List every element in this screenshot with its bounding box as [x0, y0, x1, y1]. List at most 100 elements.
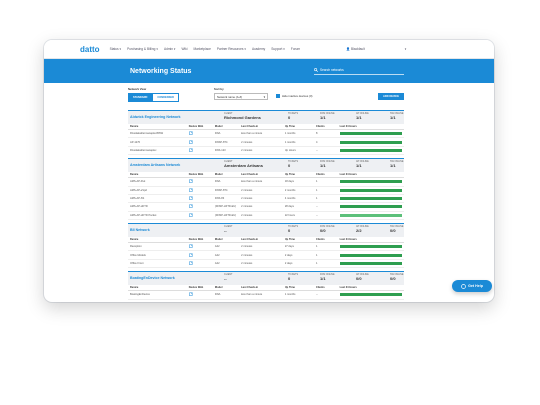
- device-model: (DNSP-HFTD-EU): [212, 202, 240, 212]
- clients-count: --: [314, 202, 338, 212]
- network-stat-value: 0: [288, 228, 291, 233]
- external-link-icon[interactable]: [188, 213, 193, 217]
- nav-purchasing[interactable]: Purchasing & Billing ▾: [127, 47, 158, 51]
- network-stat: CLIENT --: [224, 273, 233, 281]
- device-web-cell: [186, 242, 213, 252]
- sort-value: Network name (A-Z): [217, 94, 243, 99]
- network-stat-value: 1/1: [320, 276, 326, 282]
- device-web-cell: [186, 129, 213, 139]
- up-time: 4 months: [282, 194, 314, 204]
- table-row[interactable]: Rivsdaleaftermanaplex/BSW DNA less than a …: [128, 129, 404, 139]
- device-model: DNS-123: [212, 146, 240, 156]
- table-row[interactable]: AMS-AP-Dvk DNA less than a minute 18 days 1: [128, 177, 404, 187]
- table-row[interactable]: BoatingEnDevice DNA less than a minute 1 mo…: [128, 290, 404, 300]
- clients-count: 1: [314, 250, 338, 260]
- network-stat: AP ONLINE 1/1: [356, 112, 369, 120]
- availability-bar: [339, 132, 402, 136]
- nav-admin[interactable]: Admin ▾: [164, 47, 176, 51]
- external-link-icon[interactable]: [188, 148, 193, 152]
- device-web-cell: [186, 290, 213, 300]
- top-navigation: datto Status ▾ Purchasing & Billing ▾ Ad…: [44, 40, 494, 59]
- network-stat-value: 1/1: [390, 115, 396, 120]
- network-stat-value: 0: [288, 276, 291, 282]
- external-link-icon[interactable]: [188, 252, 193, 257]
- external-link-icon[interactable]: [188, 292, 193, 297]
- device-name[interactable]: AMS-AP-HFTD: [128, 202, 187, 212]
- network-name[interactable]: BII Network: [130, 228, 150, 232]
- user-menu[interactable]: 👤 Blackfault: [346, 47, 365, 51]
- table-row[interactable]: Rivsdaleaftermanaplex DNS-123 2 minutes Up …: [128, 146, 404, 156]
- device-name[interactable]: AMS-AP-Dvk: [128, 177, 187, 187]
- get-help-button[interactable]: Get Help: [452, 280, 492, 292]
- external-link-icon[interactable]: [188, 196, 193, 200]
- datto-logo[interactable]: datto: [80, 45, 100, 54]
- add-device-button[interactable]: ADD DEVICE: [378, 93, 404, 100]
- main-content: Network View STANDARD CONDENSED Sort by …: [44, 87, 494, 300]
- table-row[interactable]: AMS-AP-eSpd DNSP-8T4 2 minutes 2 months 1: [128, 186, 404, 195]
- device-name[interactable]: AMS-AP-SS: [128, 194, 187, 204]
- nav-support[interactable]: Support ▾: [271, 47, 285, 51]
- clients-count: --: [314, 146, 338, 156]
- last-24-hours-cell: [337, 211, 404, 221]
- nav-partner-resources[interactable]: Partner Resources ▾: [217, 47, 246, 51]
- app-window: datto Status ▾ Purchasing & Billing ▾ Ad…: [44, 40, 494, 302]
- network-header: BoatingEnDevice Network CLIENT -- TICKETS 0 D…: [128, 272, 404, 286]
- table-row[interactable]: Office Models A42 2 minutes 2 days 1: [128, 250, 404, 260]
- nav-forum[interactable]: Forum: [291, 47, 300, 51]
- nav-status[interactable]: Status ▾: [110, 47, 122, 51]
- device-name[interactable]: AMS-AP-HFTD Pocket: [128, 211, 187, 221]
- view-standard-button[interactable]: STANDARD: [128, 93, 153, 102]
- table-row[interactable]: Reception A42 2 minutes 27 days 1: [128, 242, 404, 252]
- external-link-icon[interactable]: [188, 131, 193, 136]
- network-stat: SW ONLINE 0/0: [390, 273, 403, 281]
- last-checkin: less than a minute: [239, 129, 283, 139]
- last-checkin: 2 minutes: [239, 250, 283, 260]
- external-link-icon[interactable]: [188, 261, 193, 265]
- network-name[interactable]: Aldwick Engineering Network: [130, 115, 181, 119]
- nav-academy[interactable]: Academy: [252, 47, 265, 51]
- device-name[interactable]: AP-1270: [128, 137, 187, 147]
- external-link-icon[interactable]: [188, 244, 193, 249]
- device-name[interactable]: Office Front: [128, 259, 187, 269]
- network-section: BII Network CLIENT -- TICKETS 0 DNS ONLINE 0/0…: [128, 223, 404, 269]
- network-header: Aldwick Engineering Network CLIENT Richmon…: [128, 111, 404, 124]
- device-name[interactable]: AMS-AP-eSpd: [128, 186, 187, 195]
- clients-count: 1: [314, 186, 338, 195]
- external-link-icon[interactable]: [188, 187, 193, 192]
- table-row[interactable]: Office Front A42 2 minutes 2 days 1: [128, 259, 404, 269]
- table-row[interactable]: AMS-AP-HFTD (DNSP-HFTD-EU) 2 minutes 28 day…: [128, 202, 404, 212]
- network-stat: CLIENT Richmond Gardens: [224, 112, 261, 120]
- external-link-icon[interactable]: [188, 179, 193, 184]
- device-table: Device Device Web Model Last Check-in Up Tim…: [128, 237, 404, 269]
- device-name[interactable]: Office Models: [128, 250, 187, 260]
- nav-marketplace[interactable]: Marketplace: [194, 47, 211, 51]
- sort-select[interactable]: Network name (A-Z) ▾: [214, 93, 268, 100]
- network-name[interactable]: BoatingEnDevice Network: [130, 276, 175, 280]
- search-icon: [314, 68, 318, 72]
- table-row[interactable]: AMS-AP-SS DNS-83 2 minutes 4 months 1: [128, 194, 404, 204]
- availability-bar: [339, 213, 402, 217]
- last-checkin: 2 minutes: [239, 202, 283, 212]
- network-stat-value: --: [224, 228, 227, 233]
- external-link-icon[interactable]: [188, 139, 193, 144]
- device-model: DNA: [212, 290, 240, 300]
- device-name[interactable]: Rivsdaleaftermanaplex: [128, 146, 187, 156]
- network-name[interactable]: Amsterdam Artisans Network: [130, 163, 180, 167]
- external-link-icon[interactable]: [188, 204, 193, 209]
- search-input[interactable]: Search networks: [314, 66, 404, 75]
- network-stat-value: 1/1: [356, 163, 362, 169]
- hide-inactive-checkbox[interactable]: Hide inactive devices (0): [276, 94, 312, 98]
- last-24-hours-cell: [337, 242, 404, 252]
- view-condensed-button[interactable]: CONDENSED: [152, 93, 179, 102]
- table-row[interactable]: AMS-AP-HFTD Pocket (DNSP-HFTD-EU) 2 minute…: [128, 211, 404, 221]
- last-24-hours-cell: [337, 186, 404, 195]
- device-model: A42: [212, 259, 240, 269]
- availability-bar: [339, 205, 402, 209]
- device-web-cell: [186, 194, 213, 204]
- nav-wiki[interactable]: Wiki: [181, 47, 187, 51]
- device-name[interactable]: Rivsdaleaftermanaplex/BSW: [128, 129, 187, 139]
- table-row[interactable]: AP-1270 DNSP-8T4 2 minutes 1 months 4: [128, 137, 404, 147]
- chevron-down-icon[interactable]: ▾: [405, 47, 407, 51]
- device-name[interactable]: Reception: [128, 242, 187, 252]
- device-name[interactable]: BoatingEnDevice: [128, 290, 187, 300]
